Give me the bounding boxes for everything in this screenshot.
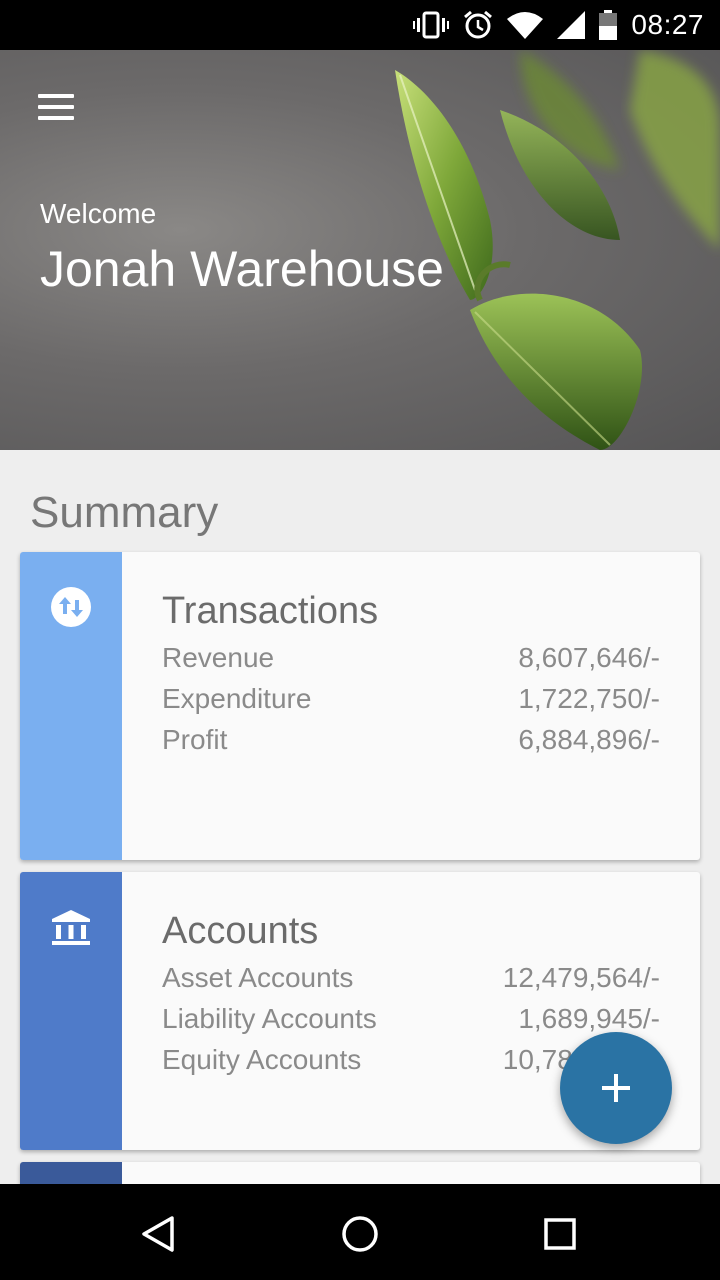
row-label: Profit: [162, 724, 228, 755]
battery-icon: [599, 10, 618, 40]
home-icon[interactable]: [338, 1212, 382, 1256]
alarm-icon: [464, 10, 493, 39]
card-accent-strip: [20, 552, 122, 860]
row-label: Revenue: [162, 642, 275, 673]
row-label: Liability Accounts: [162, 1003, 377, 1034]
hamburger-menu-icon[interactable]: [28, 88, 84, 128]
summary-row: Liability Accounts 1,689,945/-: [162, 1001, 660, 1042]
add-fab-button[interactable]: [560, 1032, 672, 1144]
status-bar: 08:27: [0, 0, 720, 50]
wifi-icon: [507, 12, 544, 39]
status-icons: 08:27: [413, 8, 704, 42]
recents-icon[interactable]: [538, 1212, 582, 1256]
row-value: 8,607,646/-: [518, 642, 660, 673]
row-value: 6,884,896/-: [518, 724, 660, 755]
swap-vertical-icon: [51, 587, 91, 627]
vibrate-icon: [413, 11, 450, 39]
back-icon[interactable]: [138, 1212, 182, 1256]
section-title: Summary: [30, 488, 219, 537]
row-label: Asset Accounts: [162, 962, 354, 993]
row-label: Expenditure: [162, 683, 312, 714]
card-accent-strip: [20, 872, 122, 1150]
plus-icon: [602, 1074, 630, 1102]
card-accent-strip: [20, 1162, 122, 1184]
card-title: Transactions: [162, 590, 379, 632]
card-rows: Revenue 8,607,646/- Expenditure 1,722,75…: [162, 640, 660, 763]
next-summary-card[interactable]: [20, 1162, 700, 1184]
summary-row: Revenue 8,607,646/-: [162, 640, 660, 681]
row-label: Equity Accounts: [162, 1044, 362, 1075]
signal-icon: [557, 11, 586, 39]
status-time: 08:27: [631, 9, 704, 40]
welcome-label: Welcome: [40, 198, 157, 229]
bank-icon: [52, 910, 90, 945]
summary-row: Expenditure 1,722,750/-: [162, 681, 660, 722]
summary-row: Profit 6,884,896/-: [162, 722, 660, 763]
user-name: Jonah Warehouse: [40, 241, 444, 297]
row-value: 12,479,564/-: [502, 962, 660, 993]
system-nav-bar: [0, 1184, 720, 1280]
summary-row: Asset Accounts 12,479,564/-: [162, 960, 660, 1001]
header: Welcome Jonah Warehouse: [0, 50, 720, 450]
card-title: Accounts: [162, 910, 319, 952]
transactions-card[interactable]: Transactions Revenue 8,607,646/- Expendi…: [20, 552, 700, 860]
row-value: 1,722,750/-: [518, 683, 660, 714]
